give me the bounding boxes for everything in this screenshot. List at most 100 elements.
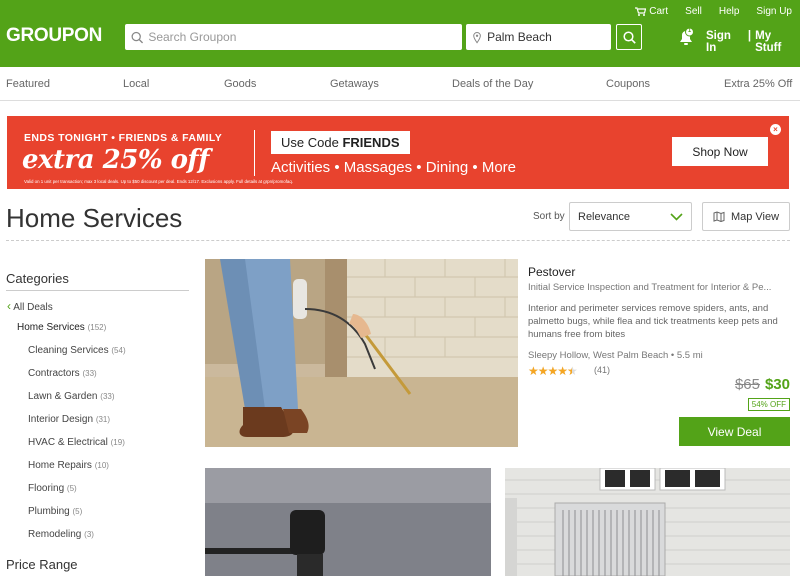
category-count: (10) [94, 461, 109, 470]
cart-label: Cart [649, 6, 669, 17]
category-contractors[interactable]: Contractors (33) [28, 368, 97, 379]
star-rating: ★★★★★ ★★★★★ [528, 364, 578, 378]
nav-goods[interactable]: Goods [224, 78, 256, 90]
promo-banner[interactable]: ENDS TONIGHT • FRIENDS & FAMILY extra 25… [7, 116, 789, 189]
category-count: (3) [84, 530, 94, 539]
banner-categories: Activities • Massages • Dining • More [271, 159, 517, 176]
sell-link[interactable]: Sell [685, 6, 702, 17]
banner-fine-print: Valid on 1 unit per transaction; max 3 l… [24, 179, 294, 184]
category-count: (5) [72, 507, 83, 516]
groupon-logo[interactable]: GROUPON [6, 25, 102, 47]
location-box[interactable] [466, 24, 611, 50]
banner-offer: extra 25% off [22, 145, 209, 175]
nav-coupons[interactable]: Coupons [606, 78, 650, 90]
nav-getaways[interactable]: Getaways [330, 78, 379, 90]
cart-icon [635, 7, 647, 16]
shop-now-button[interactable]: Shop Now [672, 137, 768, 166]
deal-title[interactable]: Pestover [528, 265, 575, 279]
deal-image[interactable] [205, 259, 518, 447]
nav-deals-of-the-day[interactable]: Deals of the Day [452, 78, 533, 90]
sort-label: Sort by [533, 211, 565, 222]
category-interior-design[interactable]: Interior Design (31) [28, 414, 110, 425]
category-count: (19) [110, 438, 125, 447]
cart-link[interactable]: Cart [635, 6, 668, 17]
deal-image[interactable] [505, 468, 790, 576]
location-pin-icon [473, 31, 481, 44]
discounted-price: $30 [764, 376, 790, 393]
category-count: (5) [66, 484, 77, 493]
deal-location: Sleepy Hollow, West Palm Beach • 5.5 mi [528, 350, 703, 361]
deal-location-name: Sleepy Hollow, West Palm Beach [528, 350, 669, 361]
category-count: (33) [100, 392, 115, 401]
search-input[interactable] [148, 30, 462, 44]
category-hvac-electrical[interactable]: HVAC & Electrical (19) [28, 437, 125, 448]
nav-featured[interactable]: Featured [6, 78, 50, 90]
bell-icon [680, 27, 694, 45]
view-deal-button[interactable]: View Deal [679, 417, 790, 446]
notifications-button[interactable]: 1 [677, 27, 695, 47]
deal-image[interactable] [205, 468, 491, 576]
category-cleaning-services[interactable]: Cleaning Services (54) [28, 345, 126, 356]
code-prefix: Use Code [281, 135, 339, 150]
deal-subtitle: Initial Service Inspection and Treatment… [528, 282, 772, 293]
chevron-left-icon: ‹ [7, 299, 11, 313]
nav-extra-off[interactable]: Extra 25% Off [724, 78, 792, 90]
sign-in-link[interactable]: Sign In [706, 30, 744, 54]
category-lawn-garden[interactable]: Lawn & Garden (33) [28, 391, 115, 402]
categories-heading: Categories [6, 271, 69, 286]
category-plumbing[interactable]: Plumbing (5) [28, 506, 82, 517]
deal-distance: • 5.5 mi [670, 350, 703, 361]
separator: | [747, 30, 752, 42]
category-flooring[interactable]: Flooring (5) [28, 483, 77, 494]
divider [6, 240, 790, 241]
promo-code: FRIENDS [342, 135, 400, 150]
search-button[interactable] [616, 24, 642, 50]
search-box[interactable] [125, 24, 462, 50]
search-icon [622, 30, 636, 44]
sort-select[interactable]: Relevance [569, 202, 692, 231]
category-count: (54) [111, 346, 126, 355]
top-links: Cart Sell Help Sign Up [635, 6, 792, 17]
map-view-label: Map View [730, 210, 780, 223]
category-home-services[interactable]: Home Services (152) [17, 322, 106, 333]
category-label: Cleaning Services [28, 345, 109, 356]
divider [6, 290, 189, 291]
location-input[interactable] [487, 30, 611, 44]
category-label: HVAC & Electrical [28, 437, 108, 448]
sort-value: Relevance [578, 210, 630, 223]
notification-count: 1 [687, 28, 692, 34]
account-links: Sign In | My Stuff [706, 30, 800, 54]
discount-badge: 54% OFF [747, 398, 790, 411]
my-stuff-link[interactable]: My Stuff [755, 30, 800, 54]
all-deals-label: All Deals [13, 302, 53, 313]
category-count: (33) [82, 369, 97, 378]
nav-local[interactable]: Local [123, 78, 149, 90]
map-view-button[interactable]: Map View [702, 202, 790, 231]
deal-description: Interior and perimeter services remove s… [528, 303, 778, 340]
category-label: Home Repairs [28, 460, 92, 471]
category-label: Plumbing [28, 506, 70, 517]
category-label: Flooring [28, 483, 65, 494]
map-icon [713, 211, 725, 222]
star-icon: ★★★★★ [528, 364, 572, 378]
category-home-repairs[interactable]: Home Repairs (10) [28, 460, 109, 471]
category-label: Remodeling [28, 529, 82, 540]
deal-price: $65 $30 [735, 376, 790, 393]
banner-divider [254, 130, 255, 176]
page-title: Home Services [6, 203, 183, 233]
category-label: Interior Design [28, 414, 94, 425]
category-count: (31) [95, 415, 111, 424]
banner-headline: ENDS TONIGHT • FRIENDS & FAMILY [24, 132, 223, 144]
category-label: Home Services [17, 322, 85, 333]
promo-code-box: Use Code FRIENDS [271, 131, 410, 154]
category-label: Lawn & Garden [28, 391, 98, 402]
chevron-down-icon [670, 212, 683, 221]
all-deals-link[interactable]: ‹ All Deals [7, 299, 53, 313]
original-price: $65 [734, 376, 760, 393]
category-label: Contractors [28, 368, 80, 379]
category-remodeling[interactable]: Remodeling (3) [28, 529, 94, 540]
price-range-heading: Price Range [6, 557, 78, 572]
help-link[interactable]: Help [719, 6, 740, 17]
sign-up-link[interactable]: Sign Up [756, 6, 792, 17]
close-icon[interactable]: × [770, 124, 781, 135]
